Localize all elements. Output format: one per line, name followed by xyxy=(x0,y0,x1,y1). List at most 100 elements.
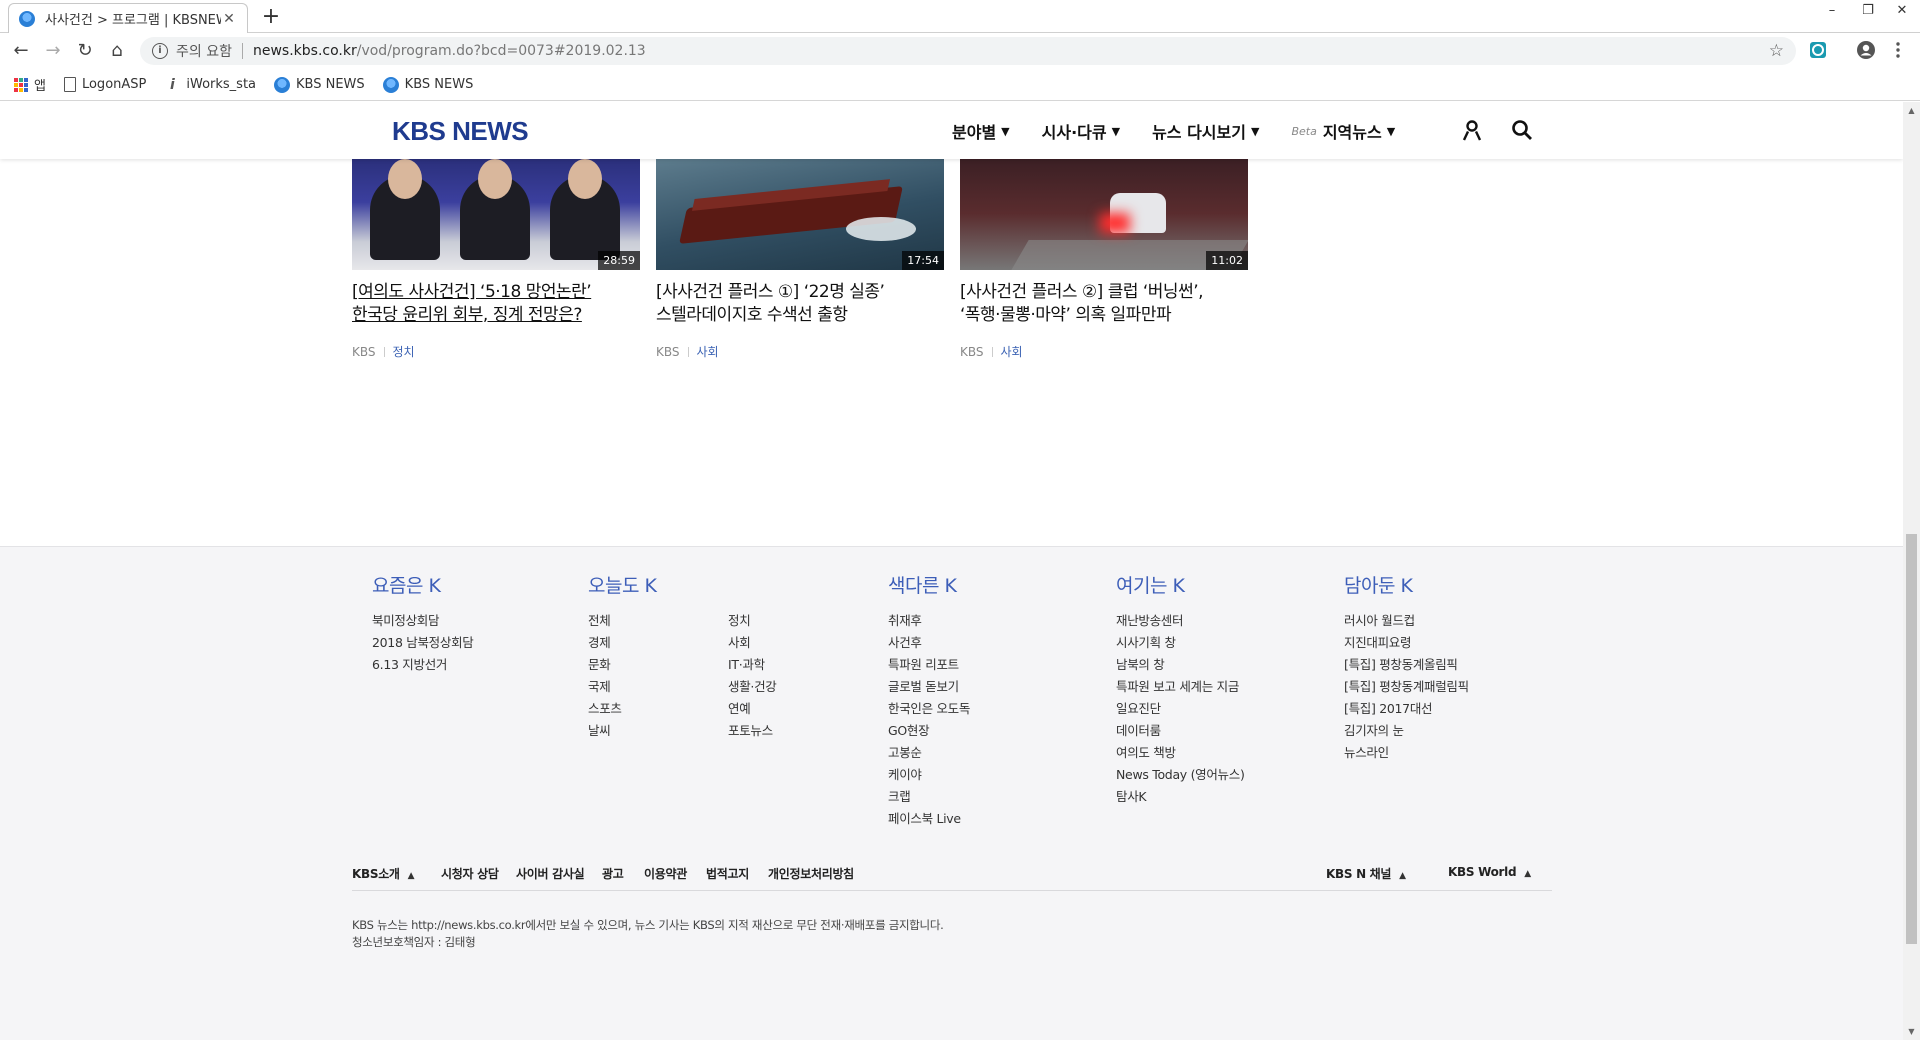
footer-link[interactable]: 문화 xyxy=(588,654,728,676)
video-thumbnail[interactable]: 28:59 xyxy=(352,157,640,270)
footer-link[interactable]: [특집] 평창동계패럴림픽 xyxy=(1344,676,1469,698)
reload-button[interactable]: ↻ xyxy=(72,38,98,64)
footer-link[interactable]: [특집] 평창동계올림픽 xyxy=(1344,654,1469,676)
video-card[interactable]: 11:02 [사사건건 플러스 ②] 클럽 ‘버닝썬’, ‘폭행·물뽕·마약’ … xyxy=(960,157,1248,360)
footer-link[interactable]: News Today (영어뉴스) xyxy=(1116,764,1245,786)
footer-column-title[interactable]: 여기는 K xyxy=(1116,571,1245,598)
bookmark-kbs-news-2[interactable]: KBS NEWS xyxy=(382,76,473,93)
bookmark-logonasp[interactable]: LogonASP xyxy=(63,77,146,92)
footer-link[interactable]: 크랩 xyxy=(888,786,970,808)
footer-link-privacy[interactable]: 개인정보처리방침 xyxy=(768,865,854,882)
video-card[interactable]: 28:59 [여의도 사사건건] ‘5·18 망언논란’ 한국당 윤리위 회부,… xyxy=(352,157,640,360)
footer-link[interactable]: 케이야 xyxy=(888,764,970,786)
nav-local-news[interactable]: Beta 지역뉴스 ▼ xyxy=(1291,119,1395,143)
footer-link[interactable]: [특집] 2017대선 xyxy=(1344,698,1469,720)
footer-link[interactable]: 재난방송센터 xyxy=(1116,610,1245,632)
scroll-down-arrow-icon[interactable]: ▼ xyxy=(1903,1027,1920,1036)
footer-link[interactable]: 러시아 월드컵 xyxy=(1344,610,1469,632)
card-category[interactable]: 정치 xyxy=(393,343,415,360)
footer-link[interactable]: 스포츠 xyxy=(588,698,728,720)
tab-close-icon[interactable]: ✕ xyxy=(221,11,237,27)
profile-icon[interactable] xyxy=(1856,40,1876,60)
footer-link[interactable]: 한국인은 오도독 xyxy=(888,698,970,720)
site-logo[interactable]: KBS NEWS xyxy=(392,116,529,147)
scroll-up-arrow-icon[interactable]: ▲ xyxy=(1903,106,1920,115)
back-button[interactable]: ← xyxy=(8,38,34,64)
minimize-button[interactable]: – xyxy=(1814,0,1850,24)
footer-link[interactable]: 글로벌 돋보기 xyxy=(888,676,970,698)
footer-link[interactable]: 특파원 보고 세계는 지금 xyxy=(1116,676,1245,698)
bookmark-apps[interactable]: 앱 xyxy=(14,75,46,94)
footer-link[interactable]: 특파원 리포트 xyxy=(888,654,970,676)
footer-link-ads[interactable]: 광고 xyxy=(602,865,624,882)
footer-link[interactable]: 탐사K xyxy=(1116,786,1245,808)
footer-link[interactable]: 취재후 xyxy=(888,610,970,632)
nav-category[interactable]: 분야별 ▼ xyxy=(952,119,1010,143)
footer-link[interactable]: 사회 xyxy=(728,632,848,654)
footer-link[interactable]: 북미정상회담 xyxy=(372,610,474,632)
card-title[interactable]: [사사건건 플러스 ②] 클럽 ‘버닝썬’, ‘폭행·물뽕·마약’ 의혹 일파만… xyxy=(960,281,1248,327)
footer-link[interactable]: 김기자의 눈 xyxy=(1344,720,1469,742)
info-icon[interactable]: i xyxy=(152,43,168,59)
footer-link[interactable]: 국제 xyxy=(588,676,728,698)
footer-link[interactable]: 여의도 책방 xyxy=(1116,742,1245,764)
browser-tab[interactable]: 사사건건 > 프로그램 | KBSNEWS ✕ xyxy=(8,3,248,33)
video-card[interactable]: 17:54 [사사건건 플러스 ①] ‘22명 실종’ 스텔라데이지호 수색선 … xyxy=(656,157,944,360)
footer-link[interactable]: IT·과학 xyxy=(728,654,848,676)
kbs-n-channel-dropdown[interactable]: KBS N 채널 ▲ xyxy=(1326,865,1406,882)
video-thumbnail[interactable]: 11:02 xyxy=(960,157,1248,270)
menu-kebab-icon[interactable] xyxy=(1888,40,1908,60)
card-title[interactable]: [사사건건 플러스 ①] ‘22명 실종’ 스텔라데이지호 수색선 출항 xyxy=(656,281,944,327)
footer-link[interactable]: 뉴스라인 xyxy=(1344,742,1469,764)
user-icon[interactable] xyxy=(1460,118,1484,142)
page-scrollbar[interactable]: ▲ ▼ xyxy=(1903,102,1920,1040)
footer-link[interactable]: 정치 xyxy=(728,610,848,632)
footer-link[interactable]: 시사기획 창 xyxy=(1116,632,1245,654)
restore-button[interactable]: ❐ xyxy=(1850,0,1886,24)
nav-news-replay[interactable]: 뉴스 다시보기 ▼ xyxy=(1152,119,1259,143)
footer-link[interactable]: 2018 남북정상회담 xyxy=(372,632,474,654)
footer-link[interactable]: 경제 xyxy=(588,632,728,654)
footer-column-title[interactable]: 담아둔 K xyxy=(1344,571,1469,598)
footer-link[interactable]: 연예 xyxy=(728,698,848,720)
new-tab-button[interactable]: + xyxy=(258,5,284,31)
forward-button[interactable]: → xyxy=(40,38,66,64)
footer-link[interactable]: 데이터룸 xyxy=(1116,720,1245,742)
bookmark-iworks[interactable]: i iWorks_sta xyxy=(164,77,256,93)
nav-current-affairs[interactable]: 시사·다큐 ▼ xyxy=(1042,119,1120,143)
extension-icon[interactable] xyxy=(1808,40,1828,60)
footer-link-viewer-counsel[interactable]: 시청자 상담 xyxy=(441,865,499,882)
footer-link[interactable]: 날씨 xyxy=(588,720,728,742)
footer-link[interactable]: 포토뉴스 xyxy=(728,720,848,742)
footer-column-title[interactable]: 오늘도 K xyxy=(588,571,848,598)
footer-link[interactable]: 일요진단 xyxy=(1116,698,1245,720)
footer-link[interactable]: 사건후 xyxy=(888,632,970,654)
card-title[interactable]: [여의도 사사건건] ‘5·18 망언논란’ 한국당 윤리위 회부, 징계 전망… xyxy=(352,281,640,327)
footer-link[interactable]: 6.13 지방선거 xyxy=(372,654,474,676)
scrollbar-thumb[interactable] xyxy=(1906,534,1917,944)
bookmark-kbs-news-1[interactable]: KBS NEWS xyxy=(274,76,365,93)
video-thumbnail[interactable]: 17:54 xyxy=(656,157,944,270)
kbs-world-dropdown[interactable]: KBS World ▲ xyxy=(1448,865,1531,879)
footer-link-legal[interactable]: 법적고지 xyxy=(706,865,749,882)
footer-link[interactable]: 남북의 창 xyxy=(1116,654,1245,676)
search-icon[interactable] xyxy=(1510,118,1534,142)
kbs-about-dropdown[interactable]: KBS소개 ▲ xyxy=(352,865,415,882)
footer-link-cyber-audit[interactable]: 사이버 감사실 xyxy=(516,865,585,882)
footer-link[interactable]: GO현장 xyxy=(888,720,970,742)
close-window-button[interactable]: ✕ xyxy=(1884,0,1920,24)
address-bar[interactable]: i 주의 요함 news.kbs.co.kr /vod/program.do?b… xyxy=(140,37,1796,65)
bookmark-star-icon[interactable]: ☆ xyxy=(1769,41,1784,61)
card-meta: KBS 정치 xyxy=(352,343,640,360)
footer-link[interactable]: 전체 xyxy=(588,610,728,632)
card-category[interactable]: 사회 xyxy=(1001,343,1023,360)
footer-link[interactable]: 지진대피요령 xyxy=(1344,632,1469,654)
card-category[interactable]: 사회 xyxy=(697,343,719,360)
footer-link-terms[interactable]: 이용약관 xyxy=(644,865,687,882)
footer-column-title[interactable]: 색다른 K xyxy=(888,571,970,598)
footer-column-title[interactable]: 요즘은 K xyxy=(372,571,474,598)
home-button[interactable]: ⌂ xyxy=(104,38,130,64)
footer-link[interactable]: 생활·건강 xyxy=(728,676,848,698)
footer-link[interactable]: 페이스북 Live xyxy=(888,808,970,830)
footer-link[interactable]: 고봉순 xyxy=(888,742,970,764)
